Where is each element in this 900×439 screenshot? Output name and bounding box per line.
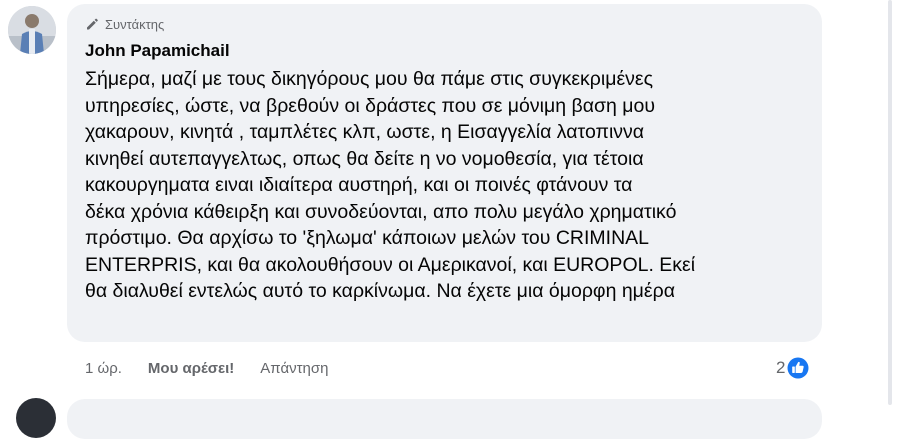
reply-button[interactable]: Απάντηση — [260, 360, 328, 377]
comment-line: κακουργηματα ειναι ιδιαίτερα αυστηρή, κα… — [85, 174, 633, 196]
avatar-photo — [8, 6, 56, 54]
scrollbar[interactable] — [888, 0, 892, 405]
reaction-count: 2 — [776, 358, 786, 377]
comment-line: ENTERPRIS, και θα ακολουθήσουν οι Αμερικ… — [85, 253, 696, 276]
comment-line: πρόστιμο. Θα αρχίσω το 'ξηλωμα' κάποιων … — [85, 227, 650, 249]
badge-label: Συντάκτης — [105, 16, 165, 32]
comment-text: Σήμερα, μαζί με τους δικηγόρους μου θα π… — [85, 66, 825, 305]
comment-line: κινηθεί αυτεπαγγελτως, οπως θα δείτε η ν… — [85, 147, 644, 170]
comment-actions: 1 ώρ. Μου αρέσει! Απάντηση — [85, 357, 354, 379]
author-name[interactable]: John Papamichail — [85, 41, 230, 61]
comment-timestamp[interactable]: 1 ώρ. — [85, 360, 122, 377]
author-avatar[interactable] — [8, 6, 56, 54]
reaction-summary[interactable]: 2 — [776, 355, 809, 381]
comment-line: δέκα χρόνια κάθειρξη και συνοδεύονται, α… — [85, 200, 677, 223]
pencil-icon — [87, 18, 98, 30]
comment-line: Σήμερα, μαζί με τους δικηγόρους μου θα π… — [85, 68, 653, 90]
comment-line: χακαρουν, κινητά , ταμπλέτες κλπ, ωστε, … — [85, 121, 645, 143]
comment-line: θα διαλυθεί εντελώς αυτό το καρκίνωμα. Ν… — [85, 280, 675, 302]
author-badge: Συντάκτης — [85, 14, 164, 34]
like-button[interactable]: Μου αρέσει! — [148, 360, 234, 377]
next-comment-bubble — [67, 399, 822, 439]
comment-line: υπηρεσίες, ώστε, να βρεθούν οι δράστες π… — [85, 94, 656, 117]
thumbs-up-icon — [787, 357, 809, 379]
next-comment-avatar[interactable] — [16, 398, 56, 438]
